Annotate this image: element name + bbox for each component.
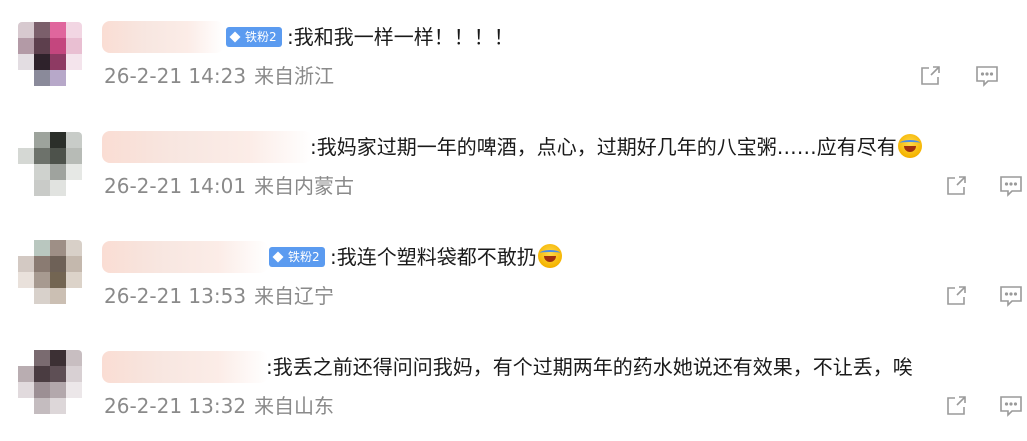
comment-icon[interactable]	[998, 393, 1024, 419]
diamond-icon	[272, 251, 284, 263]
laughing-crying-emoji-icon	[537, 244, 562, 268]
share-icon[interactable]	[943, 283, 969, 309]
fan-badge[interactable]: 铁粉2	[269, 247, 325, 267]
comment-text: :我丢之前还得问问我妈，有个过期两年的药水她说还有效果，不让丢，唉	[266, 355, 913, 379]
username-blurred[interactable]	[102, 21, 224, 53]
share-icon[interactable]	[943, 393, 969, 419]
fan-badge-label: 铁粉2	[288, 250, 320, 264]
comment-meta: 26-2-21 14:01 来自内蒙古	[104, 172, 354, 200]
comment-meta: 26-2-21 13:32 来自山东	[104, 392, 334, 420]
fan-badge[interactable]: 铁粉2	[226, 27, 282, 47]
comment-text-content: :我妈家过期一年的啤酒，点心，过期好几年的八宝粥……应有尽有	[310, 135, 897, 159]
comment-date: 26-2-21 13:53	[104, 284, 247, 308]
share-icon[interactable]	[943, 173, 969, 199]
username-blurred[interactable]	[102, 241, 268, 273]
comment-meta: 26-2-21 13:53 来自辽宁	[104, 282, 334, 310]
comment-location: 来自浙江	[254, 64, 335, 88]
avatar[interactable]	[18, 22, 82, 86]
avatar[interactable]	[18, 350, 82, 414]
comment-text-content: :我连个塑料袋都不敢扔	[330, 245, 537, 269]
comment-item: :我丢之前还得问问我妈，有个过期两年的药水她说还有效果，不让丢，唉 26-2-2…	[0, 330, 1027, 440]
avatar[interactable]	[18, 132, 82, 196]
comment-location: 来自内蒙古	[254, 174, 355, 198]
username-blurred[interactable]	[102, 351, 268, 383]
comment-date: 26-2-21 14:01	[104, 174, 247, 198]
comment-item: :我妈家过期一年的啤酒，点心，过期好几年的八宝粥……应有尽有 26-2-21 1…	[0, 110, 1027, 220]
comment-text: :我和我一样一样！！！！	[287, 25, 514, 49]
laughing-crying-emoji-icon	[897, 134, 922, 158]
comment-icon[interactable]	[998, 173, 1024, 199]
share-icon[interactable]	[917, 63, 943, 89]
comment-text: :我连个塑料袋都不敢扔	[330, 243, 562, 271]
comment-date: 26-2-21 13:32	[104, 394, 247, 418]
fan-badge-label: 铁粉2	[245, 30, 277, 44]
username-blurred[interactable]	[102, 131, 312, 163]
comment-text: :我妈家过期一年的啤酒，点心，过期好几年的八宝粥……应有尽有	[310, 133, 922, 161]
comment-icon[interactable]	[998, 283, 1024, 309]
comment-location: 来自山东	[254, 394, 335, 418]
comment-meta: 26-2-21 14:23 来自浙江	[104, 62, 334, 90]
diamond-icon	[229, 31, 241, 43]
comment-item: 铁粉2 :我连个塑料袋都不敢扔 26-2-21 13:53 来自辽宁	[0, 220, 1027, 330]
avatar[interactable]	[18, 240, 82, 304]
comment-date: 26-2-21 14:23	[104, 64, 247, 88]
comment-icon[interactable]	[974, 63, 1000, 89]
comment-location: 来自辽宁	[254, 284, 335, 308]
comment-item: 铁粉2 :我和我一样一样！！！！ 26-2-21 14:23 来自浙江	[0, 0, 1027, 110]
